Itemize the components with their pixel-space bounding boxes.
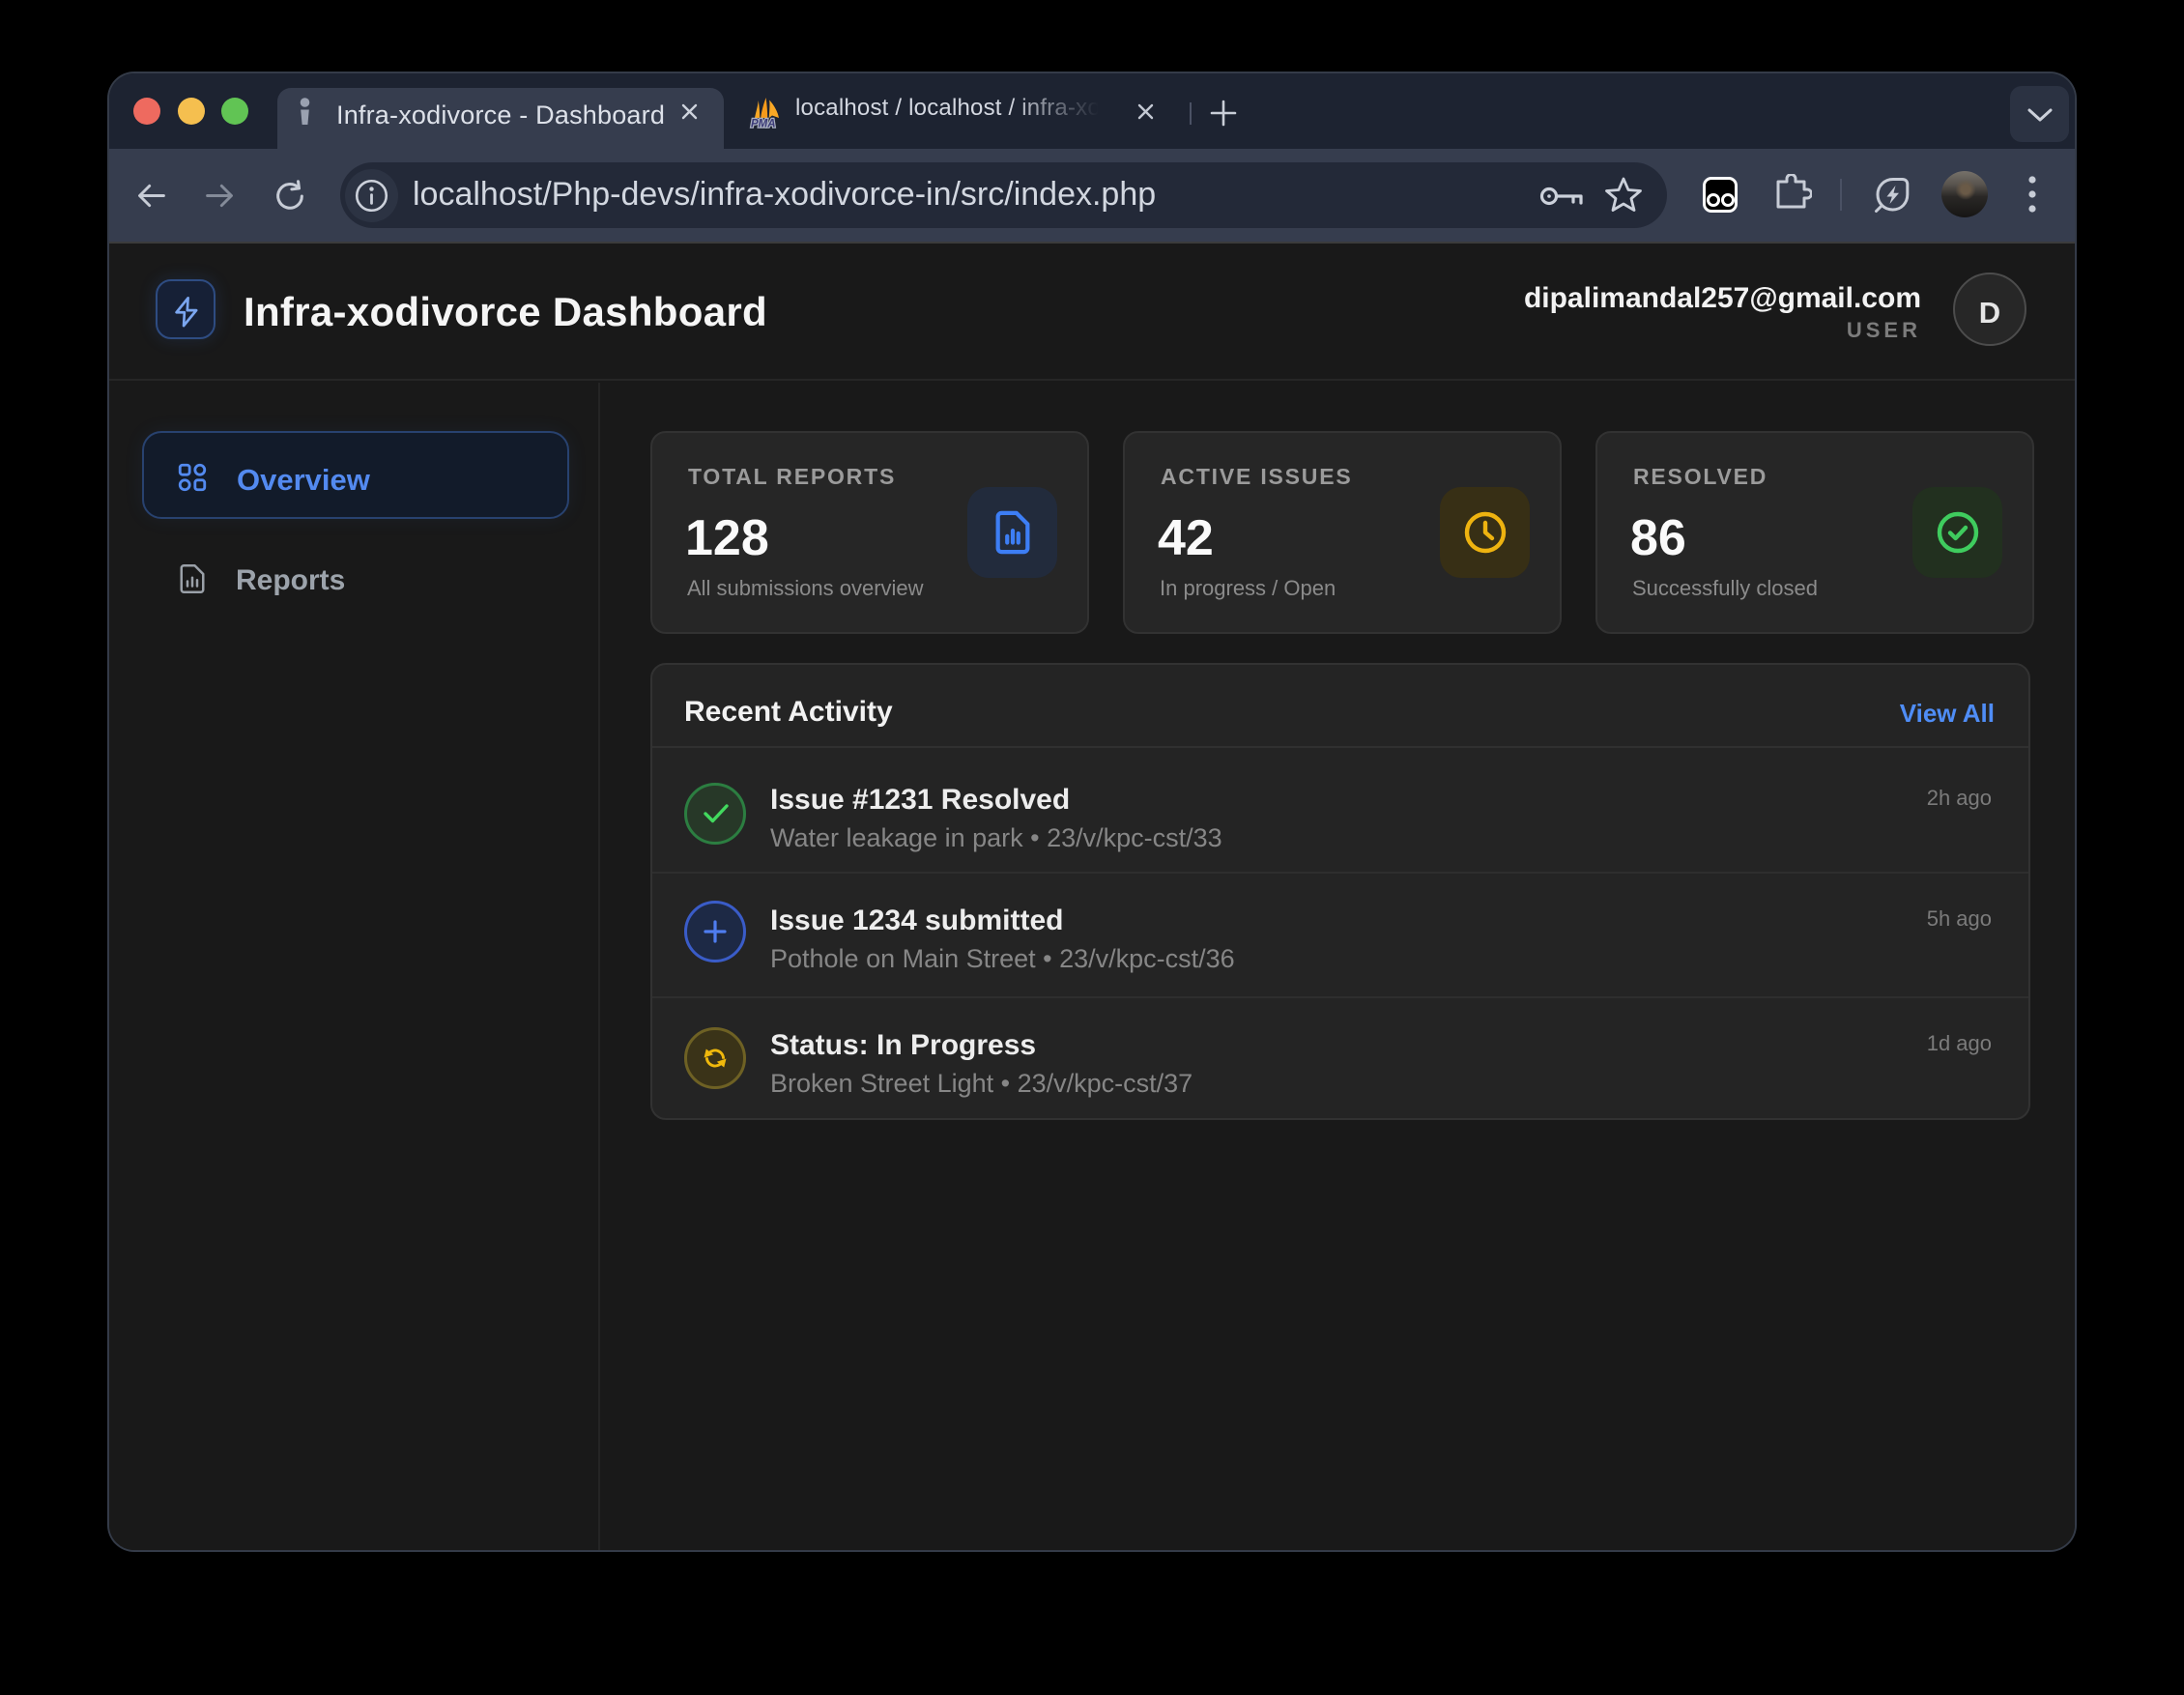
svg-text:PMA: PMA (751, 119, 776, 129)
